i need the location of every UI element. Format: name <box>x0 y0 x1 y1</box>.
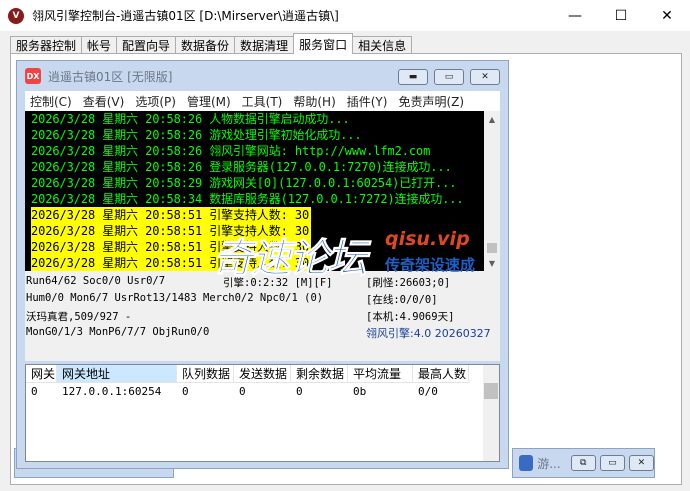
menu-help[interactable]: 帮助(H) <box>288 93 341 110</box>
mdi-title: 逍遥古镇01区 [无限版] <box>48 69 173 84</box>
col-max-players[interactable]: 最高人数 <box>413 365 469 383</box>
status-run: Run64/62 Soc0/0 Usr0/7 <box>26 275 166 287</box>
col-avg-traffic[interactable]: 平均流量 <box>348 365 413 383</box>
scroll-up-icon[interactable]: ▲ <box>484 111 500 127</box>
log-line-wrap: 2026/3/28 星期六 20:58:26 登录服务器(127.0.0.1:7… <box>31 159 484 175</box>
cell-avg-traffic: 0b <box>353 385 367 398</box>
minimized-window-2[interactable]: 游... ⧉ ▭ ✕ <box>512 448 655 478</box>
log-line-wrap: 2026/3/28 星期六 20:58:26 翎风引擎网站: http://ww… <box>31 143 484 159</box>
close-icon[interactable]: ✕ <box>628 455 654 471</box>
cell-address: 127.0.0.1:60254 <box>62 385 162 398</box>
log-line: 2026/3/28 星期六 20:58:26 人物数据引擎启动成功... <box>31 112 350 126</box>
menu-disclaimer[interactable]: 免责声明(Z) <box>393 93 470 110</box>
menu-bar: 控制(C) 查看(V) 选项(P) 管理(M) 工具(T) 帮助(H) 插件(Y… <box>25 91 500 111</box>
menu-view[interactable]: 查看(V) <box>78 93 131 110</box>
col-queue[interactable]: 队列数据 <box>177 365 234 383</box>
status-hum: Hum0/0 Mon6/7 UsrRot13/1483 Merch0/2 Npc… <box>26 292 324 304</box>
scroll-thumb[interactable] <box>487 243 497 253</box>
maximize-icon[interactable]: ▭ <box>599 455 625 471</box>
log-line: 2026/3/28 星期六 20:58:26 翎风引擎网站: http://ww… <box>31 144 431 158</box>
watermark: 奇速论坛 qisu.vip 传奇架设速成 <box>213 226 485 283</box>
title-bar: V 翎风引擎控制台-逍遥古镇01区 [D:\Mirserver\逍遥古镇\] —… <box>0 0 690 31</box>
log-line-wrap: 2026/3/28 星期六 20:58:26 游戏处理引擎初始化成功... <box>31 127 484 143</box>
tab-server-control[interactable]: 服务器控制 <box>10 36 83 54</box>
log-line: 2026/3/28 星期六 20:58:26 游戏处理引擎初始化成功... <box>31 128 362 142</box>
log-scrollbar[interactable]: ▲ ▼ <box>484 111 500 271</box>
cell-max-players: 0/0 <box>418 385 438 398</box>
watermark-subtitle: 传奇架设速成 <box>385 256 476 274</box>
mdi-minimize-icon[interactable]: ▬ <box>398 69 428 85</box>
scroll-down-icon[interactable]: ▼ <box>484 255 500 271</box>
tab-config-wizard[interactable]: 配置向导 <box>116 36 177 54</box>
main-tabs: 服务器控制 帐号 配置向导 数据备份 数据清理 服务窗口 相关信息 <box>10 33 413 54</box>
tab-account[interactable]: 帐号 <box>81 36 118 54</box>
gateway-scrollbar[interactable] <box>483 365 499 461</box>
menu-options[interactable]: 选项(P) <box>130 93 182 110</box>
log-line: 2026/3/28 星期六 20:58:34 数据库服务器(127.0.0.1:… <box>31 192 464 206</box>
tab-related-info[interactable]: 相关信息 <box>352 36 413 54</box>
cell-gateway: 0 <box>31 385 38 398</box>
mini-window-icon <box>519 455 534 471</box>
mdi-title-bar: DX 逍遥古镇01区 [无限版] ▬ ▭ ✕ <box>17 61 508 91</box>
cell-sent: 0 <box>239 385 246 398</box>
gateway-table-header: 网关 网关地址 队列数据 发送数据 剩余数据 平均流量 最高人数 <box>26 365 499 383</box>
status-local-time: [本机:4.9069天] <box>366 311 455 323</box>
tab-data-backup[interactable]: 数据备份 <box>175 36 236 54</box>
cell-queue: 0 <box>182 385 189 398</box>
cell-remaining: 0 <box>296 385 303 398</box>
maximize-button[interactable]: ☐ <box>598 0 644 31</box>
tab-service-window[interactable]: 服务窗口 <box>293 33 354 54</box>
engine-version: 翎风引擎:4.0 20260327 <box>366 327 491 340</box>
app-logo-icon: V <box>8 7 24 24</box>
menu-plugins[interactable]: 插件(Y) <box>342 93 394 110</box>
mdi-maximize-icon[interactable]: ▭ <box>434 69 464 85</box>
table-row[interactable]: 0 127.0.0.1:60254 0 0 0 0b 0/0 <box>26 383 499 400</box>
restore-icon[interactable]: ⧉ <box>570 455 596 471</box>
col-gateway[interactable]: 网关 <box>26 365 57 383</box>
minimized-window-2-label: 游... <box>537 456 561 471</box>
window-title: 翎风引擎控制台-逍遥古镇01区 [D:\Mirserver\逍遥古镇\] <box>32 9 339 23</box>
log-line-wrap: 2026/3/28 星期六 20:58:29 游戏网关[0](127.0.0.1… <box>31 175 484 191</box>
col-remaining[interactable]: 剩余数据 <box>291 365 348 383</box>
menu-tools[interactable]: 工具(T) <box>237 93 289 110</box>
log-line: 2026/3/28 星期六 20:58:29 游戏网关[0](127.0.0.1… <box>31 176 457 190</box>
gateway-scroll-thumb[interactable] <box>484 383 498 399</box>
log-line-wrap: 2026/3/28 星期六 20:58:26 人物数据引擎启动成功... <box>31 111 484 127</box>
log-line: 2026/3/28 星期六 20:58:26 登录服务器(127.0.0.1:7… <box>31 160 452 174</box>
close-button[interactable]: ✕ <box>644 0 690 31</box>
menu-manage[interactable]: 管理(M) <box>182 93 237 110</box>
mdi-close-icon[interactable]: ✕ <box>470 69 500 85</box>
menu-control[interactable]: 控制(C) <box>25 93 78 110</box>
watermark-url: qisu.vip <box>385 228 470 250</box>
status-panel: Run64/62 Soc0/0 Usr0/7 引擎:0:2:32 [M][F] … <box>25 271 500 361</box>
log-line: 2026/3/28 星期六 20:58:51 引擎支持人数: 30 <box>31 207 312 223</box>
status-spawn: [刷怪:26603;0] <box>366 277 451 289</box>
log-line-wrap: 2026/3/28 星期六 20:58:51 引擎支持人数: 30 <box>31 207 484 223</box>
status-boss: 沃玛真君,509/927 - <box>26 311 132 323</box>
status-mon: MonG0/1/3 MonP6/7/7 ObjRun0/0 <box>26 326 210 338</box>
mdi-app-icon: DX <box>25 68 41 84</box>
watermark-logo-text: 奇速论坛 <box>213 236 368 283</box>
minimize-button[interactable]: — <box>552 0 598 31</box>
col-sent[interactable]: 发送数据 <box>234 365 291 383</box>
status-online: [在线:0/0/0] <box>366 294 438 306</box>
tab-data-cleanup[interactable]: 数据清理 <box>234 36 295 54</box>
col-gateway-address[interactable]: 网关地址 <box>57 365 177 383</box>
log-line-wrap: 2026/3/28 星期六 20:58:34 数据库服务器(127.0.0.1:… <box>31 191 484 207</box>
gateway-table: 网关 网关地址 队列数据 发送数据 剩余数据 平均流量 最高人数 0 127.0… <box>25 364 500 462</box>
